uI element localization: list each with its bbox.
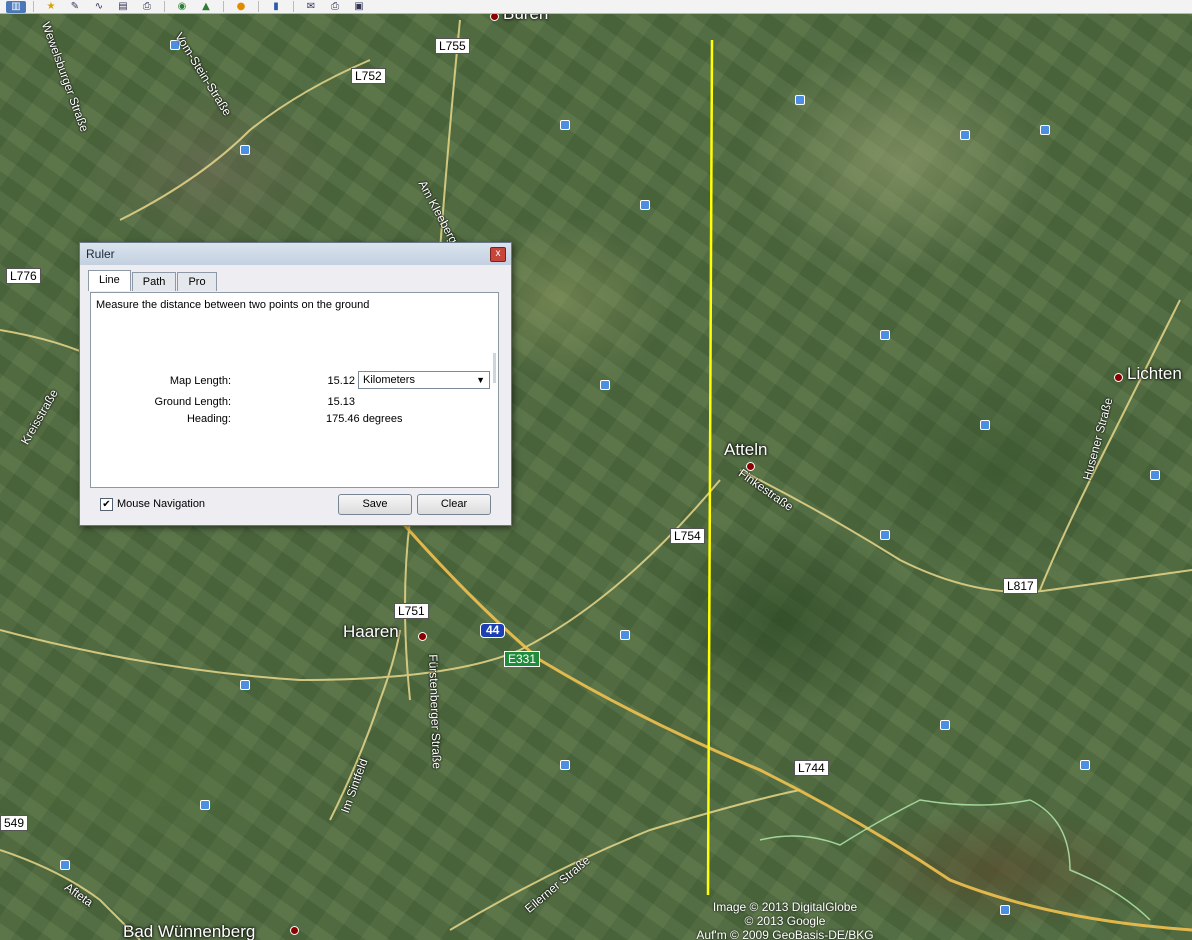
pencil-icon[interactable]: ✎ [65,1,85,13]
road-shield: L744 [794,760,829,776]
road-sintfeld [329,629,401,821]
poi-icon[interactable] [880,330,890,340]
road-shield: L754 [670,528,705,544]
poi-icon[interactable] [1000,905,1010,915]
autobahn-shield: 44 [480,623,506,638]
place-marker[interactable] [418,632,427,641]
globe-icon[interactable]: ◉ [172,1,192,13]
ground-length-label: Ground Length: [154,396,231,408]
poi-icon[interactable] [1040,125,1050,135]
chevron-down-icon: ▼ [476,375,485,385]
attribution-line: © 2013 Google [744,914,826,928]
road-shield: L751 [394,603,429,619]
toolbar-separator [33,1,34,12]
toolbar-separator [223,1,224,12]
heading-label: Heading: [186,413,231,425]
poi-icon[interactable] [240,145,250,155]
road-autobahn-a44 [398,519,1192,932]
email-icon[interactable]: ✉ [301,1,321,13]
road-shield: L752 [351,68,386,84]
unit-select-value: Kilometers [363,374,415,386]
poi-icon[interactable] [795,95,805,105]
map-length-label: Map Length: [169,375,231,387]
mouse-navigation-checkbox[interactable]: ✔ [100,498,113,511]
tab-panel-line: Measure the distance between two points … [90,292,499,488]
road-shield: L817 [1003,578,1038,594]
poi-icon[interactable] [640,200,650,210]
road-shield: 549 [0,815,29,831]
photo-icon[interactable]: ▲ [196,1,216,13]
euroroute-shield: E331 [504,651,541,667]
toolbar-separator [258,1,259,12]
poi-icon[interactable] [200,800,210,810]
toolbar-separator [164,1,165,12]
ruler-dialog: Ruler x Line Path Pro Measure the distan… [79,242,512,526]
dialog-title: Ruler [86,247,115,261]
poi-icon[interactable] [960,130,970,140]
main-toolbar: ▥ ★ ✎ ∿ ▤ ⎙ ◉ ▲ ● ▮ ✉ ⎙ ▣ [0,0,1192,14]
poi-icon[interactable] [1080,760,1090,770]
ruler-measure-line [706,39,714,896]
planet-icon[interactable]: ● [231,1,251,13]
close-icon[interactable]: x [490,246,506,262]
poi-icon[interactable] [980,420,990,430]
overlay-icon[interactable]: ▤ [113,1,133,13]
dialog-footer: ✔ Mouse Navigation Save Clear [80,492,511,518]
map-length-value: 15.12 [327,375,355,387]
road-l752 [119,59,371,221]
heading-value: 175.46 degrees [326,413,403,425]
ruler-description: Measure the distance between two points … [96,299,370,311]
poi-icon[interactable] [560,760,570,770]
mouse-navigation-label[interactable]: Mouse Navigation [117,498,205,510]
attribution-line: Auf'm © 2009 GeoBasis-DE/BKG [696,928,874,940]
place-label-bad-wuennenberg[interactable]: Bad Wünnenberg [123,922,255,940]
sidebar-icon[interactable]: ▥ [6,0,26,13]
clear-button[interactable]: Clear [417,494,491,515]
ground-length-value: 15.13 [327,396,355,408]
attribution-line: Image © 2013 DigitalGlobe [712,900,858,914]
poi-icon[interactable] [620,630,630,640]
poi-icon[interactable] [60,860,70,870]
print-icon[interactable]: ⎙ [137,1,157,13]
image-icon[interactable]: ▣ [349,1,369,13]
road-husener [1039,299,1181,591]
poi-icon[interactable] [1150,470,1160,480]
place-marker[interactable] [1114,373,1123,382]
poi-icon[interactable] [880,530,890,540]
save-button[interactable]: Save [338,494,412,515]
star-icon[interactable]: ★ [41,1,61,13]
toolbar-separator [293,1,294,12]
road-l817 [739,469,1192,593]
tab-line[interactable]: Line [88,270,131,291]
tab-path[interactable]: Path [131,272,177,291]
place-label-atteln[interactable]: Atteln [724,440,767,460]
poi-icon[interactable] [600,380,610,390]
tab-pro[interactable]: Pro [177,272,217,291]
road-shield: L776 [6,268,41,284]
imagery-attribution: Image © 2013 DigitalGlobe © 2013 Google … [690,900,880,940]
place-marker[interactable] [290,926,299,935]
dialog-titlebar[interactable]: Ruler x [80,243,511,265]
place-label-haaren[interactable]: Haaren [343,622,399,642]
poi-icon[interactable] [240,680,250,690]
ruler-tabs: Line Path Pro [88,270,218,291]
path-icon[interactable]: ∿ [89,1,109,13]
printer-icon[interactable]: ⎙ [325,1,345,13]
panel-scrollbar[interactable] [493,353,496,383]
unit-select[interactable]: Kilometers ▼ [358,371,490,389]
place-label-lichtenau[interactable]: Lichten [1127,364,1182,384]
ruler-icon[interactable]: ▮ [266,1,286,13]
poi-icon[interactable] [940,720,950,730]
poi-icon[interactable] [560,120,570,130]
road-shield: L755 [435,38,470,54]
